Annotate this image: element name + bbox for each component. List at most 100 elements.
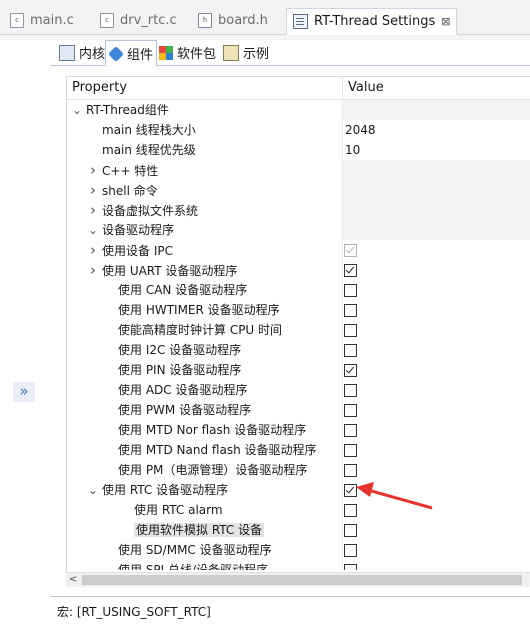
value-checkbox[interactable]: [344, 524, 357, 537]
value-cell[interactable]: 2048: [342, 120, 530, 140]
value-cell[interactable]: 10: [342, 140, 530, 160]
value-cell[interactable]: [342, 380, 530, 400]
value-cell[interactable]: [342, 240, 530, 260]
value-cell[interactable]: [342, 520, 530, 540]
value-cell[interactable]: [342, 320, 530, 340]
table-row[interactable]: ⌄ 设备驱动程序: [67, 220, 530, 240]
property-cell[interactable]: main 线程优先级: [67, 140, 342, 160]
property-cell[interactable]: › 使用设备 IPC: [67, 240, 342, 260]
collapsed-chevron-icon[interactable]: ›: [87, 260, 99, 280]
value-checkbox[interactable]: [344, 304, 357, 317]
collapsed-chevron-icon[interactable]: ›: [87, 180, 99, 200]
table-row[interactable]: 使用 SPI 总线/设备驱动程序: [67, 560, 530, 570]
value-cell[interactable]: [342, 300, 530, 320]
value-checkbox[interactable]: [344, 264, 357, 277]
table-row[interactable]: 使用 HWTIMER 设备驱动程序: [67, 300, 530, 320]
table-row[interactable]: 使用 I2C 设备驱动程序: [67, 340, 530, 360]
value-text[interactable]: 10: [343, 143, 360, 157]
value-cell[interactable]: [342, 360, 530, 380]
value-checkbox[interactable]: [344, 324, 357, 337]
table-row[interactable]: main 线程栈大小 2048: [67, 120, 530, 140]
property-cell[interactable]: 使用 SPI 总线/设备驱动程序: [67, 560, 342, 570]
property-cell[interactable]: 使用 HWTIMER 设备驱动程序: [67, 300, 342, 320]
property-cell[interactable]: main 线程栈大小: [67, 120, 342, 140]
property-cell[interactable]: › 使用 UART 设备驱动程序: [67, 260, 342, 280]
collapsed-chevron-icon[interactable]: ›: [87, 200, 99, 220]
table-row[interactable]: 使用 ADC 设备驱动程序: [67, 380, 530, 400]
value-checkbox[interactable]: [344, 544, 357, 557]
column-header-value[interactable]: Value: [342, 77, 530, 99]
value-checkbox[interactable]: [344, 284, 357, 297]
value-checkbox[interactable]: [344, 384, 357, 397]
tab-examples[interactable]: 示例: [220, 41, 272, 64]
table-row[interactable]: › 使用设备 IPC: [67, 240, 530, 260]
value-checkbox[interactable]: [344, 444, 357, 457]
scrollbar-thumb[interactable]: [82, 575, 522, 585]
property-cell[interactable]: ⌄ 设备驱动程序: [67, 220, 342, 240]
property-cell[interactable]: 使用 CAN 设备驱动程序: [67, 280, 342, 300]
table-row[interactable]: 使用 SD/MMC 设备驱动程序: [67, 540, 530, 560]
table-row[interactable]: 使用 RTC alarm: [67, 500, 530, 520]
value-checkbox[interactable]: [344, 364, 357, 377]
property-cell[interactable]: 使用 SD/MMC 设备驱动程序: [67, 540, 342, 560]
property-cell[interactable]: ⌄ 使用 RTC 设备驱动程序: [67, 480, 342, 500]
value-cell[interactable]: [342, 260, 530, 280]
value-cell[interactable]: [342, 440, 530, 460]
value-checkbox[interactable]: [344, 564, 357, 570]
property-cell[interactable]: 使用 I2C 设备驱动程序: [67, 340, 342, 360]
table-row[interactable]: › 设备虚拟文件系统: [67, 200, 530, 220]
expand-panel-button[interactable]: »: [13, 382, 35, 402]
tab-board-h[interactable]: h board.h: [198, 8, 268, 33]
table-row[interactable]: 使用 PWM 设备驱动程序: [67, 400, 530, 420]
table-row[interactable]: 使用 PM（电源管理）设备驱动程序: [67, 460, 530, 480]
table-row[interactable]: 使用软件模拟 RTC 设备: [67, 520, 530, 540]
tab-kernel[interactable]: 内核: [56, 41, 108, 64]
value-checkbox[interactable]: [344, 244, 357, 257]
table-row[interactable]: 使能高精度时钟计算 CPU 时间: [67, 320, 530, 340]
table-row[interactable]: ⌄ 使用 RTC 设备驱动程序: [67, 480, 530, 500]
scroll-left-icon[interactable]: <: [69, 573, 79, 587]
property-cell[interactable]: ⌄ RT-Thread组件: [67, 100, 342, 120]
tab-components[interactable]: 组件: [105, 40, 158, 67]
table-row[interactable]: 使用 MTD Nor flash 设备驱动程序: [67, 420, 530, 440]
expanded-chevron-icon[interactable]: ⌄: [87, 220, 99, 240]
property-cell[interactable]: 使用 MTD Nand flash 设备驱动程序: [67, 440, 342, 460]
close-icon[interactable]: ⊠: [441, 15, 450, 28]
table-row[interactable]: › 使用 UART 设备驱动程序: [67, 260, 530, 280]
collapsed-chevron-icon[interactable]: ›: [87, 240, 99, 260]
tab-packages[interactable]: 软件包: [156, 41, 219, 64]
table-row[interactable]: › C++ 特性: [67, 160, 530, 180]
table-row[interactable]: ⌄ RT-Thread组件: [67, 100, 530, 120]
value-checkbox[interactable]: [344, 404, 357, 417]
property-cell[interactable]: 使用 RTC alarm: [67, 500, 342, 520]
value-cell[interactable]: [342, 560, 530, 570]
expanded-chevron-icon[interactable]: ⌄: [71, 100, 83, 120]
value-cell[interactable]: [342, 540, 530, 560]
table-row[interactable]: 使用 PIN 设备驱动程序: [67, 360, 530, 380]
property-cell[interactable]: › shell 命令: [67, 180, 342, 200]
tab-rt-thread-settings[interactable]: RT-Thread Settings ⊠: [286, 8, 458, 35]
property-cell[interactable]: 使用 MTD Nor flash 设备驱动程序: [67, 420, 342, 440]
table-row[interactable]: 使用 MTD Nand flash 设备驱动程序: [67, 440, 530, 460]
value-checkbox[interactable]: [344, 424, 357, 437]
property-cell[interactable]: › 设备虚拟文件系统: [67, 200, 342, 220]
value-cell[interactable]: [342, 400, 530, 420]
value-cell[interactable]: [342, 340, 530, 360]
expanded-chevron-icon[interactable]: ⌄: [87, 480, 99, 500]
horizontal-scrollbar[interactable]: <: [66, 572, 530, 587]
property-cell[interactable]: 使用软件模拟 RTC 设备: [67, 520, 342, 540]
collapsed-chevron-icon[interactable]: ›: [87, 160, 99, 180]
column-header-property[interactable]: Property: [67, 77, 342, 99]
property-cell[interactable]: 使用 ADC 设备驱动程序: [67, 380, 342, 400]
tab-drv-rtc-c[interactable]: c drv_rtc.c: [100, 8, 177, 33]
property-cell[interactable]: 使用 PWM 设备驱动程序: [67, 400, 342, 420]
table-row[interactable]: › shell 命令: [67, 180, 530, 200]
table-row[interactable]: 使用 CAN 设备驱动程序: [67, 280, 530, 300]
property-cell[interactable]: 使能高精度时钟计算 CPU 时间: [67, 320, 342, 340]
value-cell[interactable]: [342, 280, 530, 300]
value-text[interactable]: 2048: [343, 123, 376, 137]
property-cell[interactable]: 使用 PIN 设备驱动程序: [67, 360, 342, 380]
value-cell[interactable]: [342, 420, 530, 440]
property-cell[interactable]: 使用 PM（电源管理）设备驱动程序: [67, 460, 342, 480]
table-row[interactable]: main 线程优先级 10: [67, 140, 530, 160]
